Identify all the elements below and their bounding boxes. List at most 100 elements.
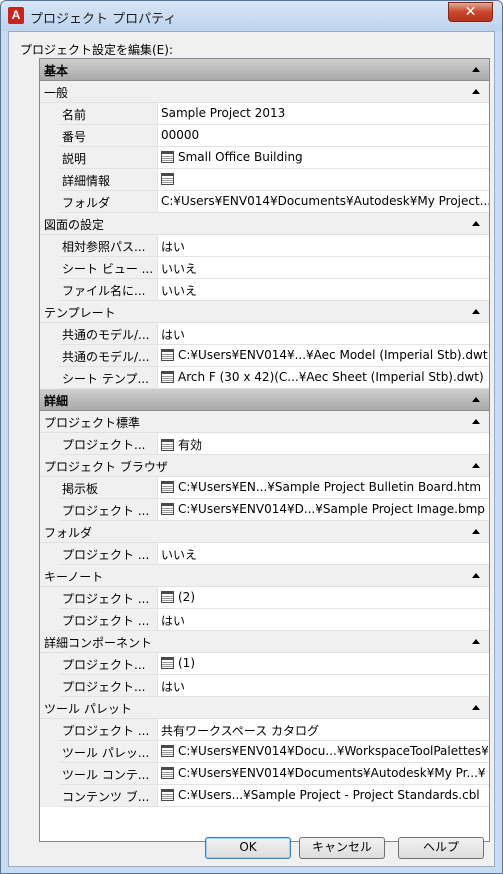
- property-value[interactable]: C:¥Users¥ENV014¥...¥Aec Model (Imperial …: [158, 345, 489, 367]
- property-row[interactable]: プロジェクト ... いいえ: [40, 543, 489, 565]
- property-row[interactable]: フォルダ C:¥Users¥ENV014¥Documents¥Autodesk¥M…: [40, 191, 489, 213]
- subcategory-header[interactable]: テンプレート: [40, 301, 489, 323]
- property-value[interactable]: はい: [158, 235, 489, 257]
- subcategory-header[interactable]: フォルダ: [40, 521, 489, 543]
- property-value[interactable]: 有効: [158, 433, 489, 455]
- property-value[interactable]: いいえ: [158, 279, 489, 301]
- property-value[interactable]: Arch F (30 x 42)(C...¥Aec Sheet (Imperia…: [158, 367, 489, 389]
- category-label: 詳細: [44, 394, 69, 408]
- category-header[interactable]: 基本: [40, 59, 489, 81]
- row-gutter: [40, 367, 59, 389]
- property-name: プロジェクト...: [59, 675, 158, 697]
- collapse-arrow-icon[interactable]: [472, 309, 480, 314]
- subcategory-header[interactable]: 詳細コンポーネント: [40, 631, 489, 653]
- collapse-arrow-icon[interactable]: [472, 67, 480, 72]
- property-row[interactable]: ツール パレッ... C:¥Users¥ENV014¥Docu...¥Worksp…: [40, 741, 489, 763]
- property-value[interactable]: いいえ: [158, 257, 489, 279]
- property-value[interactable]: はい: [158, 675, 489, 697]
- property-row[interactable]: プロジェクト ... 共有ワークスペース カタログ: [40, 719, 489, 741]
- property-grid[interactable]: 基本 一般 名前 Sample Project 2013 番号 00000 説明 Small …: [39, 58, 490, 842]
- table-icon[interactable]: [161, 349, 174, 361]
- collapse-arrow-icon[interactable]: [472, 221, 480, 226]
- row-gutter: [40, 719, 59, 741]
- subcategory-header[interactable]: プロジェクト ブラウザ: [40, 455, 489, 477]
- table-icon[interactable]: [161, 767, 174, 779]
- table-icon[interactable]: [161, 657, 174, 669]
- property-value[interactable]: C:¥Users¥EN...¥Sample Project Bulletin B…: [158, 477, 489, 499]
- property-row[interactable]: ファイル名に... いいえ: [40, 279, 489, 301]
- property-value[interactable]: C:¥Users¥ENV014¥Docu...¥WorkspaceToolPal…: [158, 741, 489, 763]
- property-value[interactable]: C:¥Users¥ENV014¥D...¥Sample Project Imag…: [158, 499, 489, 521]
- property-value[interactable]: C:¥Users...¥Sample Project - Project Sta…: [158, 785, 489, 807]
- subcategory-header[interactable]: プロジェクト標準: [40, 411, 489, 433]
- property-value[interactable]: Sample Project 2013: [158, 103, 489, 125]
- property-value[interactable]: [158, 169, 489, 191]
- ok-button[interactable]: OK: [205, 837, 291, 859]
- property-name: ツール コンテ...: [59, 763, 158, 785]
- collapse-arrow-icon[interactable]: [472, 89, 480, 94]
- table-icon[interactable]: [161, 789, 174, 801]
- property-name: 相対参照パス...: [59, 235, 158, 257]
- property-value-text: いいえ: [161, 262, 198, 276]
- table-icon[interactable]: [161, 371, 174, 383]
- collapse-arrow-icon[interactable]: [472, 529, 480, 534]
- property-name: プロジェクト...: [59, 433, 158, 455]
- property-name: 共通のモデル/...: [59, 323, 158, 345]
- property-row[interactable]: 名前 Sample Project 2013: [40, 103, 489, 125]
- row-gutter: [40, 763, 59, 785]
- category-header[interactable]: 詳細: [40, 389, 489, 411]
- property-value[interactable]: 共有ワークスペース カタログ: [158, 719, 489, 741]
- table-icon[interactable]: [161, 173, 174, 185]
- table-icon[interactable]: [161, 439, 174, 451]
- table-icon[interactable]: [161, 481, 174, 493]
- property-value[interactable]: 00000: [158, 125, 489, 147]
- property-row[interactable]: 説明 Small Office Building: [40, 147, 489, 169]
- window-title: プロジェクト プロパティ: [30, 12, 177, 27]
- property-value-text: C:¥Users¥ENV014¥Documents¥Autodesk¥My Pr…: [161, 194, 489, 208]
- collapse-arrow-icon[interactable]: [472, 573, 480, 578]
- subcategory-header[interactable]: 一般: [40, 81, 489, 103]
- property-row[interactable]: ツール コンテ... C:¥Users¥ENV014¥Documents¥Auto…: [40, 763, 489, 785]
- property-row[interactable]: 共通のモデル/... はい: [40, 323, 489, 345]
- property-row[interactable]: プロジェクト ... はい: [40, 609, 489, 631]
- property-row[interactable]: 番号 00000: [40, 125, 489, 147]
- property-row[interactable]: 共通のモデル/... C:¥Users¥ENV014¥...¥Aec Model …: [40, 345, 489, 367]
- collapse-arrow-icon[interactable]: [472, 397, 480, 402]
- property-row[interactable]: コンテンツ ブ... C:¥Users...¥Sample Project - P…: [40, 785, 489, 807]
- collapse-arrow-icon[interactable]: [472, 705, 480, 710]
- property-row[interactable]: 詳細情報: [40, 169, 489, 191]
- property-value[interactable]: C:¥Users¥ENV014¥Documents¥Autodesk¥My Pr…: [158, 191, 489, 213]
- property-row[interactable]: プロジェクト... (1): [40, 653, 489, 675]
- property-value[interactable]: C:¥Users¥ENV014¥Documents¥Autodesk¥My Pr…: [158, 763, 489, 785]
- table-icon[interactable]: [161, 151, 174, 163]
- close-button[interactable]: ✕: [448, 2, 493, 22]
- subcategory-header[interactable]: 図面の設定: [40, 213, 489, 235]
- property-row[interactable]: シート テンプ... Arch F (30 x 42)(C...¥Aec Shee…: [40, 367, 489, 389]
- property-value[interactable]: (1): [158, 653, 489, 675]
- property-value[interactable]: はい: [158, 323, 489, 345]
- property-value[interactable]: Small Office Building: [158, 147, 489, 169]
- property-row[interactable]: プロジェクト ... C:¥Users¥ENV014¥D...¥Sample Pr…: [40, 499, 489, 521]
- cancel-button[interactable]: キャンセル: [299, 837, 385, 859]
- collapse-arrow-icon[interactable]: [472, 463, 480, 468]
- table-icon[interactable]: [161, 503, 174, 515]
- property-name: シート ビュー ...: [59, 257, 158, 279]
- property-name: 番号: [59, 125, 158, 147]
- property-row[interactable]: プロジェクト... 有効: [40, 433, 489, 455]
- property-value[interactable]: (2): [158, 587, 489, 609]
- collapse-arrow-icon[interactable]: [472, 639, 480, 644]
- property-value[interactable]: いいえ: [158, 543, 489, 565]
- property-row[interactable]: 掲示板 C:¥Users¥EN...¥Sample Project Bulleti…: [40, 477, 489, 499]
- table-icon[interactable]: [161, 745, 174, 757]
- table-icon[interactable]: [161, 591, 174, 603]
- property-row[interactable]: シート ビュー ... いいえ: [40, 257, 489, 279]
- property-value[interactable]: はい: [158, 609, 489, 631]
- help-button[interactable]: ヘルプ: [398, 837, 484, 859]
- property-name: コンテンツ ブ...: [59, 785, 158, 807]
- subcategory-header[interactable]: ツール パレット: [40, 697, 489, 719]
- subcategory-header[interactable]: キーノート: [40, 565, 489, 587]
- property-row[interactable]: プロジェクト ... (2): [40, 587, 489, 609]
- collapse-arrow-icon[interactable]: [472, 419, 480, 424]
- property-row[interactable]: プロジェクト... はい: [40, 675, 489, 697]
- property-row[interactable]: 相対参照パス... はい: [40, 235, 489, 257]
